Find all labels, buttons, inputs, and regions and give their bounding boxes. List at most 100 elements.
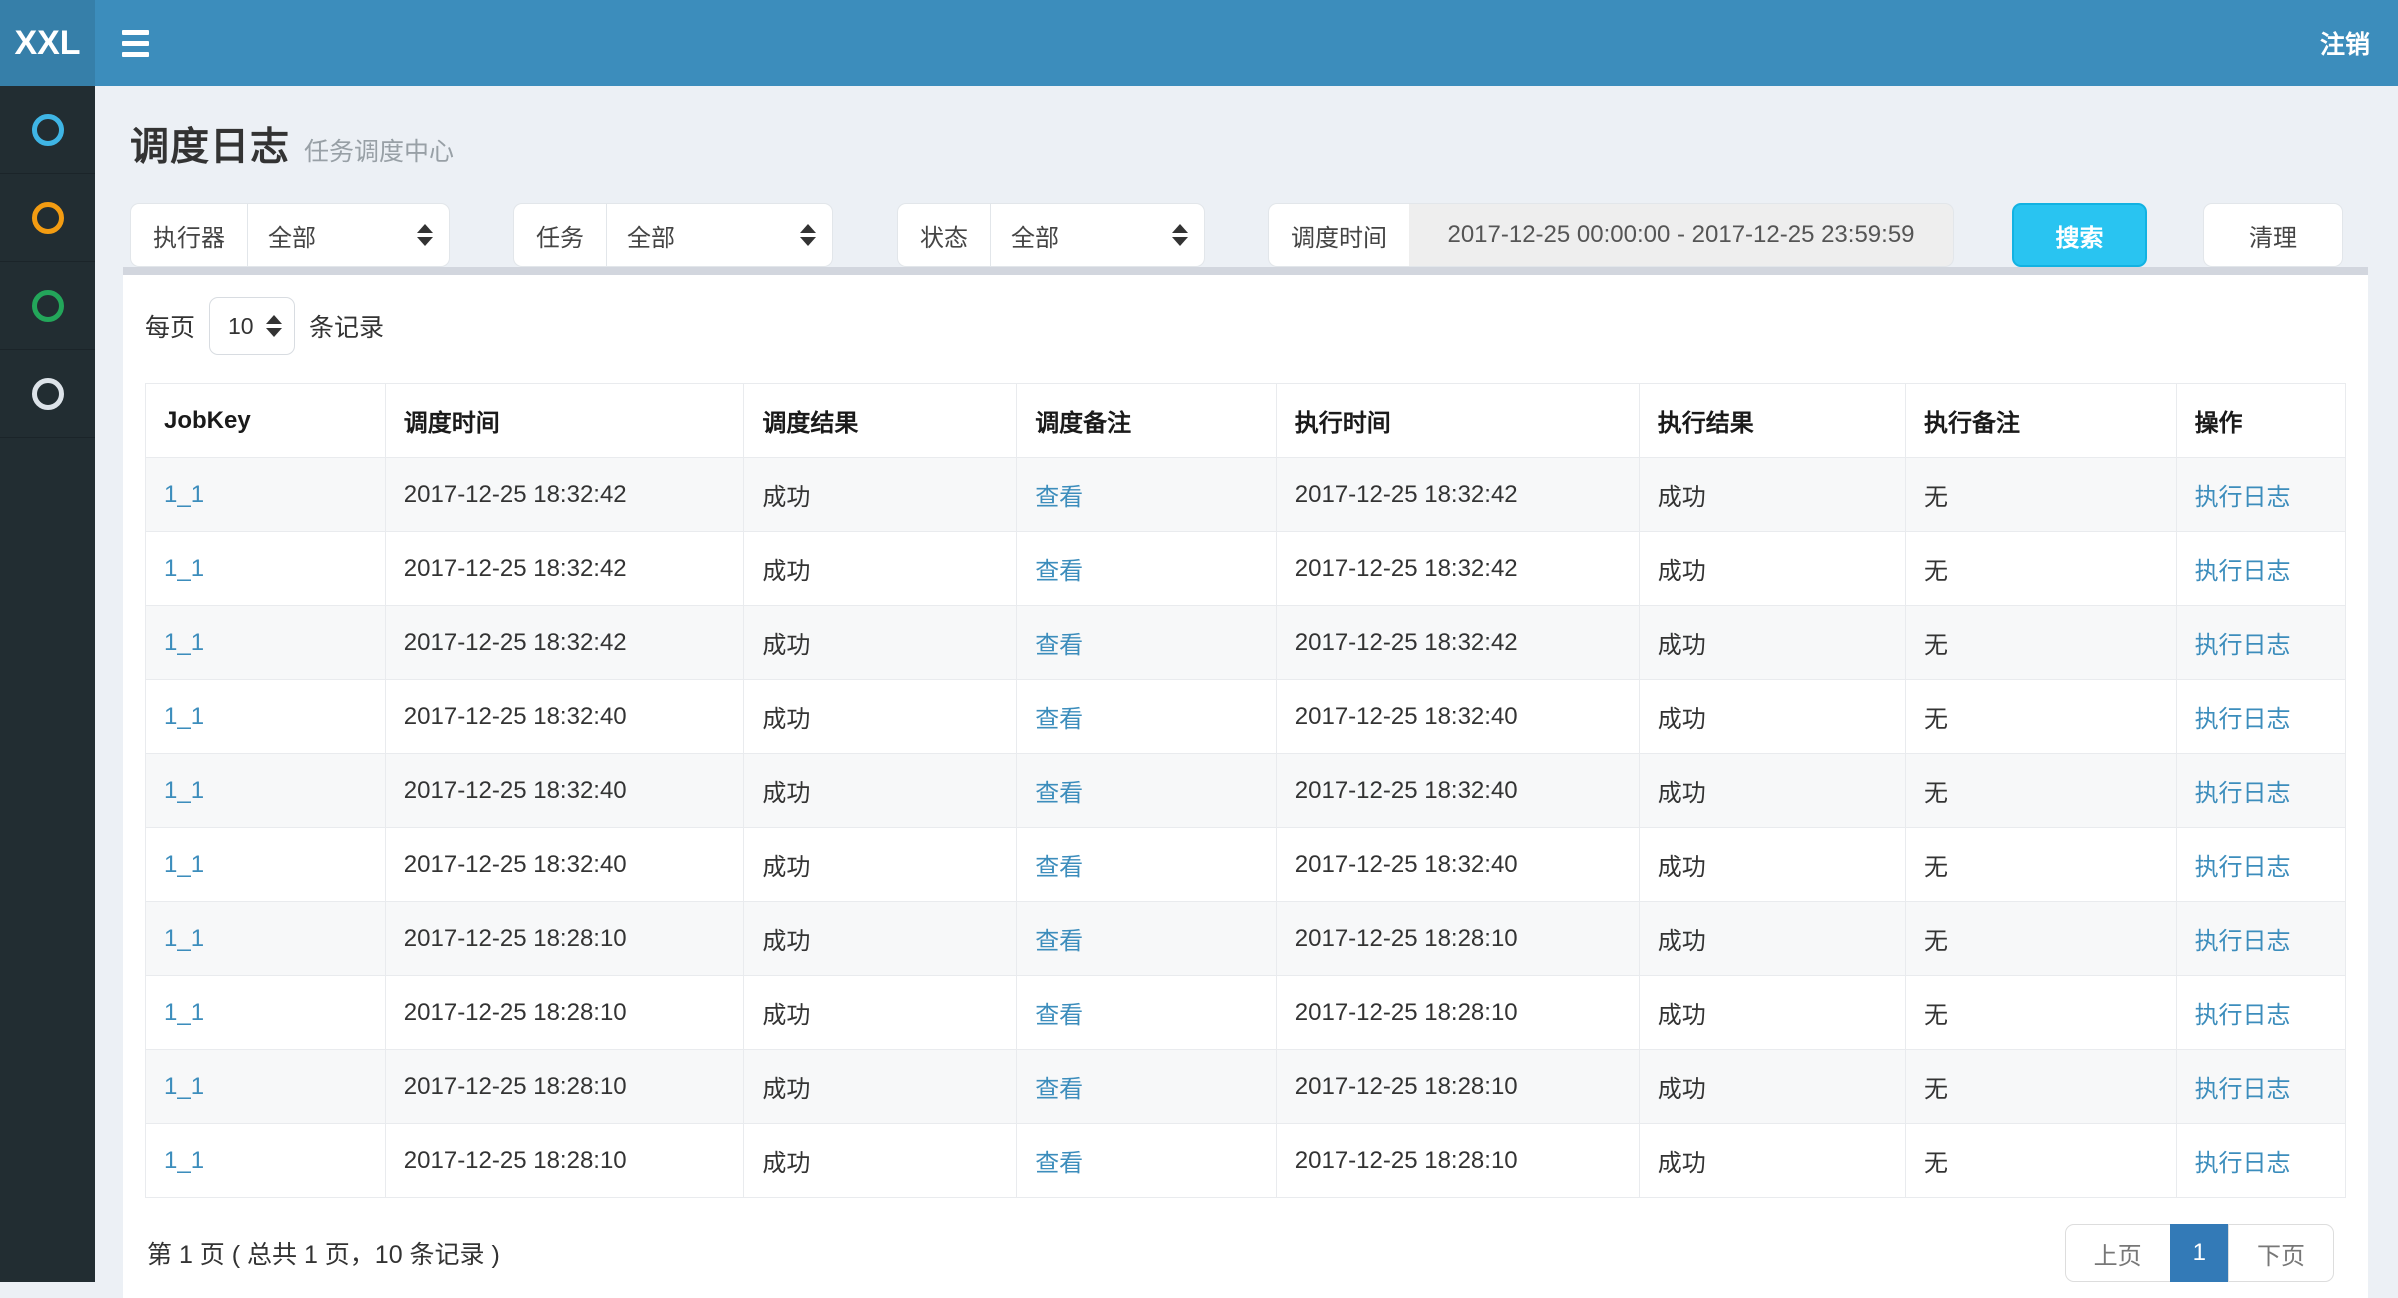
execution-log-link[interactable]: 执行日志 <box>2195 706 2291 733</box>
trigger-time-range-input[interactable]: 2017-12-25 00:00:00 - 2017-12-25 23:59:5… <box>1409 203 1954 267</box>
trigger-msg-view-link[interactable]: 查看 <box>1035 928 1083 955</box>
execution-log-link[interactable]: 执行日志 <box>2195 558 2291 585</box>
page-size-prefix-label: 每页 <box>145 308 195 344</box>
table-row: 1_1 2017-12-25 18:28:10 成功 查看 2017-12-25… <box>146 976 2346 1050</box>
trigger-msg-view-link[interactable]: 查看 <box>1035 1076 1083 1103</box>
clear-button[interactable]: 清理 <box>2203 203 2343 267</box>
current-page-button[interactable]: 1 <box>2170 1224 2229 1282</box>
top-navbar: XXL 注销 <box>0 0 2398 86</box>
col-handle-msg: 执行备注 <box>1905 384 2176 458</box>
page-title: 调度日志 <box>130 126 290 169</box>
table-footer: 第 1 页 ( 总共 1 页，10 条记录 ) 上页 1 下页 <box>145 1224 2346 1288</box>
page-size-suffix-label: 条记录 <box>309 308 384 344</box>
job-filter-group: 任务 全部 <box>513 203 833 267</box>
schedule-log-table: JobKey 调度时间 调度结果 调度备注 执行时间 执行结果 执行备注 操作 … <box>145 383 2346 1198</box>
table-row: 1_1 2017-12-25 18:32:42 成功 查看 2017-12-25… <box>146 458 2346 532</box>
sidebar-menu-item[interactable] <box>0 174 95 262</box>
handle-result-cell: 成功 <box>1639 1050 1905 1124</box>
handle-time-cell: 2017-12-25 18:32:42 <box>1276 458 1639 532</box>
content-header: 调度日志任务调度中心 <box>95 86 2398 203</box>
page-size-select[interactable]: 10 <box>209 297 295 355</box>
jobkey-link[interactable]: 1_1 <box>164 777 204 804</box>
log-table-body: 1_1 2017-12-25 18:32:42 成功 查看 2017-12-25… <box>146 458 2346 1198</box>
page-subtitle: 任务调度中心 <box>304 138 454 166</box>
trigger-result-cell: 成功 <box>744 532 1017 606</box>
table-row: 1_1 2017-12-25 18:32:40 成功 查看 2017-12-25… <box>146 680 2346 754</box>
sidebar-menu-item[interactable] <box>0 86 95 174</box>
jobkey-link[interactable]: 1_1 <box>164 999 204 1026</box>
trigger-msg-view-link[interactable]: 查看 <box>1035 1150 1083 1177</box>
handle-time-cell: 2017-12-25 18:32:42 <box>1276 606 1639 680</box>
status-filter-label: 状态 <box>897 203 990 267</box>
handle-result-cell: 成功 <box>1639 680 1905 754</box>
trigger-msg-view-link[interactable]: 查看 <box>1035 1002 1083 1029</box>
logout-link[interactable]: 注销 <box>2320 25 2370 61</box>
col-trigger-time: 调度时间 <box>385 384 744 458</box>
handle-time-cell: 2017-12-25 18:28:10 <box>1276 1124 1639 1198</box>
trigger-msg-view-link[interactable]: 查看 <box>1035 632 1083 659</box>
trigger-msg-view-link[interactable]: 查看 <box>1035 706 1083 733</box>
col-trigger-result: 调度结果 <box>744 384 1017 458</box>
job-filter-select[interactable]: 全部 <box>606 203 833 267</box>
execution-log-link[interactable]: 执行日志 <box>2195 1150 2291 1177</box>
next-page-button[interactable]: 下页 <box>2228 1224 2334 1282</box>
jobkey-link[interactable]: 1_1 <box>164 555 204 582</box>
execution-log-link[interactable]: 执行日志 <box>2195 632 2291 659</box>
handle-msg-cell: 无 <box>1905 976 2176 1050</box>
table-row: 1_1 2017-12-25 18:32:42 成功 查看 2017-12-25… <box>146 606 2346 680</box>
handle-msg-cell: 无 <box>1905 532 2176 606</box>
handle-msg-cell: 无 <box>1905 606 2176 680</box>
handle-time-cell: 2017-12-25 18:28:10 <box>1276 976 1639 1050</box>
jobkey-link[interactable]: 1_1 <box>164 703 204 730</box>
handle-msg-cell: 无 <box>1905 680 2176 754</box>
execution-log-link[interactable]: 执行日志 <box>2195 928 2291 955</box>
trigger-msg-view-link[interactable]: 查看 <box>1035 558 1083 585</box>
handle-msg-cell: 无 <box>1905 1124 2176 1198</box>
col-action: 操作 <box>2176 384 2345 458</box>
table-header-row: JobKey 调度时间 调度结果 调度备注 执行时间 执行结果 执行备注 操作 <box>146 384 2346 458</box>
handle-result-cell: 成功 <box>1639 828 1905 902</box>
trigger-time-cell: 2017-12-25 18:32:40 <box>385 680 744 754</box>
trigger-time-cell: 2017-12-25 18:32:40 <box>385 828 744 902</box>
trigger-time-cell: 2017-12-25 18:28:10 <box>385 902 744 976</box>
table-row: 1_1 2017-12-25 18:28:10 成功 查看 2017-12-25… <box>146 1124 2346 1198</box>
handle-time-cell: 2017-12-25 18:28:10 <box>1276 1050 1639 1124</box>
col-trigger-msg: 调度备注 <box>1017 384 1277 458</box>
execution-log-link[interactable]: 执行日志 <box>2195 484 2291 511</box>
trigger-time-cell: 2017-12-25 18:32:40 <box>385 754 744 828</box>
sidebar-menu-item[interactable] <box>0 262 95 350</box>
execution-log-link[interactable]: 执行日志 <box>2195 854 2291 881</box>
status-filter-select[interactable]: 全部 <box>990 203 1205 267</box>
handle-msg-cell: 无 <box>1905 1050 2176 1124</box>
app-logo[interactable]: XXL <box>0 0 95 86</box>
trigger-result-cell: 成功 <box>744 754 1017 828</box>
sidebar-toggle-button[interactable] <box>95 0 175 86</box>
hamburger-icon <box>122 30 149 35</box>
search-button[interactable]: 搜索 <box>2012 203 2147 267</box>
jobkey-link[interactable]: 1_1 <box>164 1073 204 1100</box>
trigger-result-cell: 成功 <box>744 606 1017 680</box>
execution-log-link[interactable]: 执行日志 <box>2195 1002 2291 1029</box>
execution-log-link[interactable]: 执行日志 <box>2195 1076 2291 1103</box>
jobkey-link[interactable]: 1_1 <box>164 851 204 878</box>
circle-outline-icon <box>32 290 64 322</box>
sidebar-menu-item[interactable] <box>0 350 95 438</box>
handle-msg-cell: 无 <box>1905 902 2176 976</box>
handle-result-cell: 成功 <box>1639 902 1905 976</box>
trigger-msg-view-link[interactable]: 查看 <box>1035 484 1083 511</box>
jobkey-link[interactable]: 1_1 <box>164 925 204 952</box>
jobkey-link[interactable]: 1_1 <box>164 481 204 508</box>
handle-time-cell: 2017-12-25 18:32:42 <box>1276 532 1639 606</box>
prev-page-button[interactable]: 上页 <box>2065 1224 2171 1282</box>
trigger-msg-view-link[interactable]: 查看 <box>1035 854 1083 881</box>
filter-toolbar: 执行器 全部 任务 全部 状态 全部 调度时间 2017-12-25 00: <box>95 203 2398 267</box>
jobkey-link[interactable]: 1_1 <box>164 629 204 656</box>
execution-log-link[interactable]: 执行日志 <box>2195 780 2291 807</box>
job-filter-label: 任务 <box>513 203 606 267</box>
pagination-summary: 第 1 页 ( 总共 1 页，10 条记录 ) <box>145 1235 500 1271</box>
trigger-time-cell: 2017-12-25 18:28:10 <box>385 1050 744 1124</box>
trigger-msg-view-link[interactable]: 查看 <box>1035 780 1083 807</box>
handle-result-cell: 成功 <box>1639 458 1905 532</box>
jobkey-link[interactable]: 1_1 <box>164 1147 204 1174</box>
executor-filter-select[interactable]: 全部 <box>247 203 450 267</box>
